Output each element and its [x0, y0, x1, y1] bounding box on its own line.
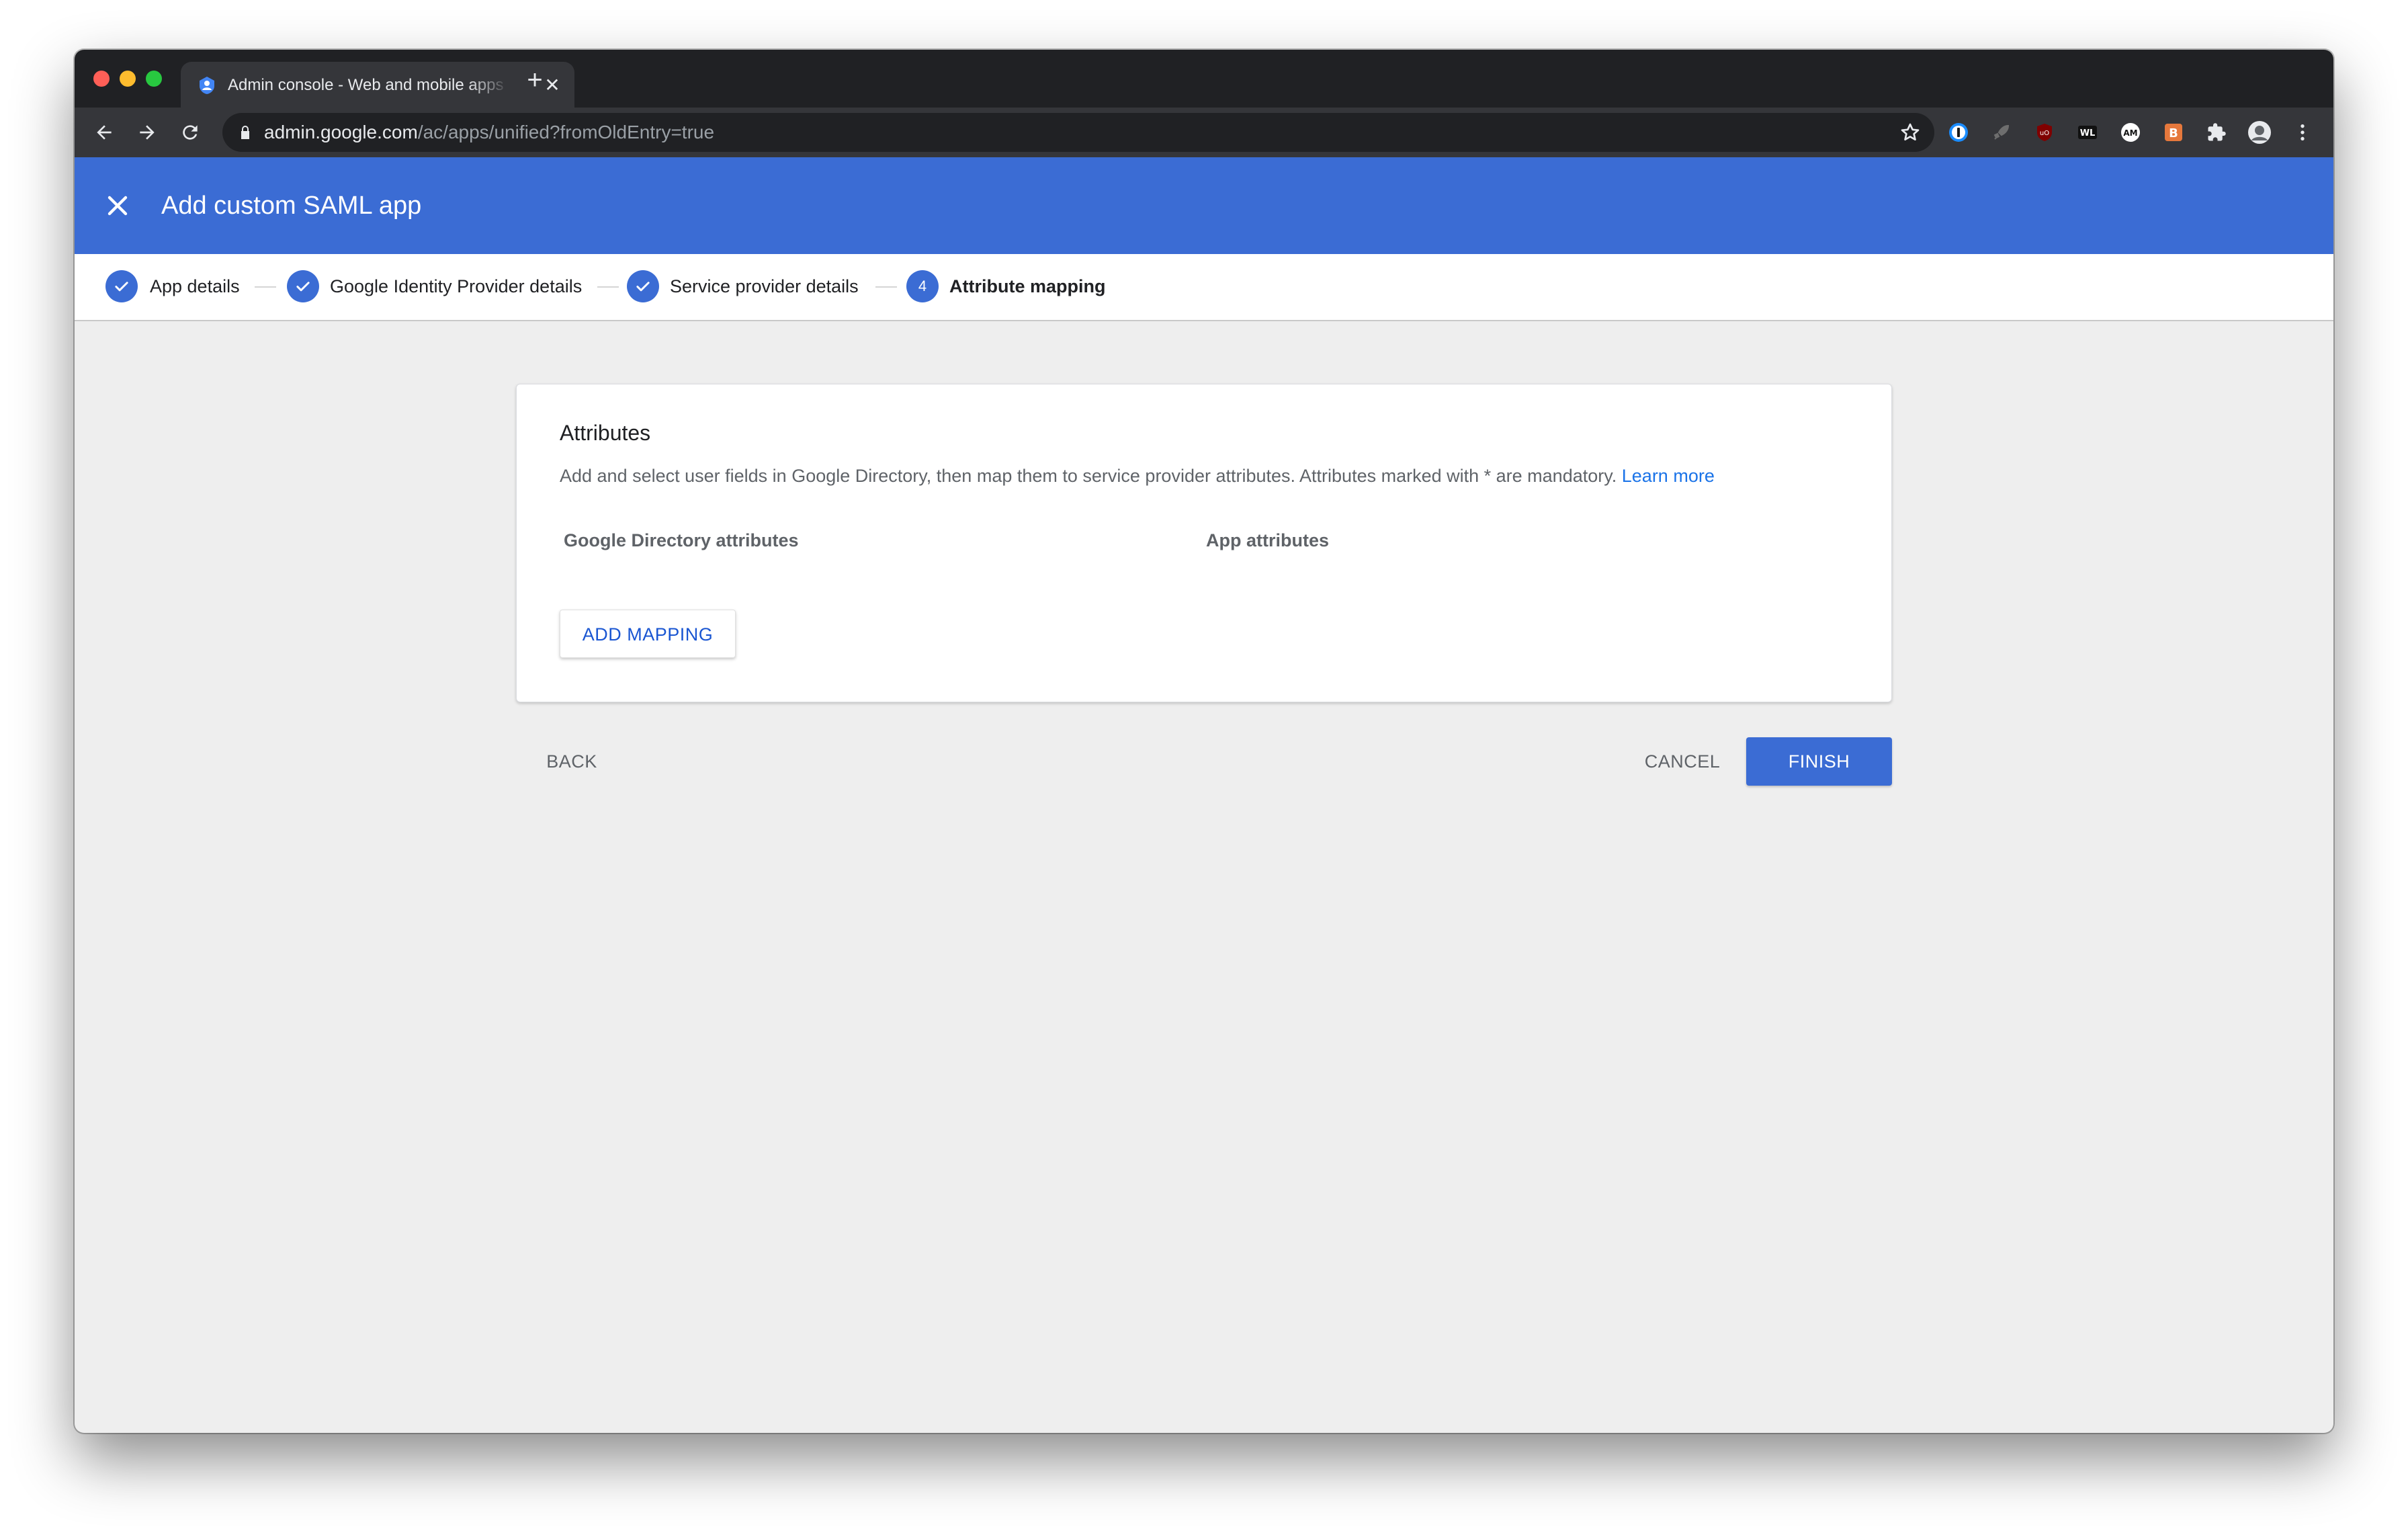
browser-window: Admin console - Web and mobile apps ✕ + …: [75, 50, 2333, 1433]
close-icon[interactable]: [101, 190, 134, 222]
step-2-check-icon: [287, 270, 319, 302]
card-title: Attributes: [560, 421, 651, 445]
cancel-button[interactable]: CANCEL: [1632, 737, 1733, 786]
tab-strip: Admin console - Web and mobile apps ✕ +: [75, 50, 2333, 108]
step-1-label: App details: [150, 276, 240, 296]
ublock-icon[interactable]: uO: [2032, 120, 2057, 144]
attributes-card: Attributes Add and select user fields in…: [516, 384, 1892, 702]
profile-avatar[interactable]: [2247, 120, 2272, 144]
am-icon[interactable]: AM: [2118, 120, 2143, 144]
url-host: admin.google.com: [264, 122, 418, 142]
browser-tab[interactable]: Admin console - Web and mobile apps ✕: [181, 62, 574, 108]
step-3-check-icon: [627, 270, 659, 302]
card-description: Add and select user fields in Google Dir…: [560, 464, 1715, 488]
tab-title: Admin console - Web and mobile apps: [228, 76, 504, 94]
description-text: Add and select user fields in Google Dir…: [560, 466, 1617, 486]
lock-icon: [241, 126, 249, 139]
add-mapping-button[interactable]: ADD MAPPING: [560, 610, 736, 658]
url-text: admin.google.com/ac/apps/unified?fromOld…: [264, 122, 714, 143]
puzzle-icon[interactable]: [2204, 120, 2229, 144]
url-path: /ac/apps/unified?fromOldEntry=true: [417, 122, 715, 142]
finish-button[interactable]: FINISH: [1746, 737, 1892, 786]
back-arrow-icon[interactable]: [88, 116, 120, 149]
window-close-button[interactable]: [93, 71, 110, 87]
progress-stepper: App details Google Identity Provider det…: [75, 254, 2333, 321]
window-minimize-button[interactable]: [120, 71, 136, 87]
wl-icon[interactable]: WL: [2075, 120, 2100, 144]
b-icon[interactable]: B: [2161, 120, 2186, 144]
learn-more-link[interactable]: Learn more: [1622, 466, 1715, 486]
browser-toolbar: admin.google.com/ac/apps/unified?fromOld…: [75, 108, 2333, 157]
step-divider: [875, 286, 897, 288]
new-tab-button[interactable]: +: [519, 65, 550, 95]
forward-arrow-icon[interactable]: [131, 116, 163, 149]
admin-console-favicon-icon: [200, 77, 214, 94]
step-2-label: Google Identity Provider details: [330, 276, 583, 296]
back-button[interactable]: BACK: [531, 737, 612, 786]
svg-text:WL: WL: [2080, 128, 2096, 138]
menu-kebab-icon[interactable]: [2290, 120, 2315, 144]
reload-icon[interactable]: [174, 116, 206, 149]
step-divider: [597, 286, 619, 288]
step-4-number: 4: [906, 270, 939, 302]
app-header: Add custom SAML app: [75, 157, 2333, 254]
step-3-label: Service provider details: [670, 276, 859, 296]
step-divider: [255, 286, 276, 288]
1password-icon[interactable]: [1946, 120, 1971, 144]
step-4-label: Attribute mapping: [949, 276, 1106, 296]
page-title: Add custom SAML app: [161, 192, 422, 220]
google-directory-attributes-header: Google Directory attributes: [564, 530, 799, 550]
svg-text:B: B: [2169, 126, 2178, 140]
svg-text:uO: uO: [2040, 130, 2049, 137]
svg-text:AM: AM: [2123, 128, 2137, 138]
app-attributes-header: App attributes: [1206, 530, 1330, 550]
step-1-check-icon: [105, 270, 138, 302]
bookmark-star-icon[interactable]: [1899, 122, 1921, 143]
rocket-icon[interactable]: [1989, 120, 2014, 144]
address-bar[interactable]: admin.google.com/ac/apps/unified?fromOld…: [222, 113, 1934, 152]
window-zoom-button[interactable]: [146, 71, 162, 87]
